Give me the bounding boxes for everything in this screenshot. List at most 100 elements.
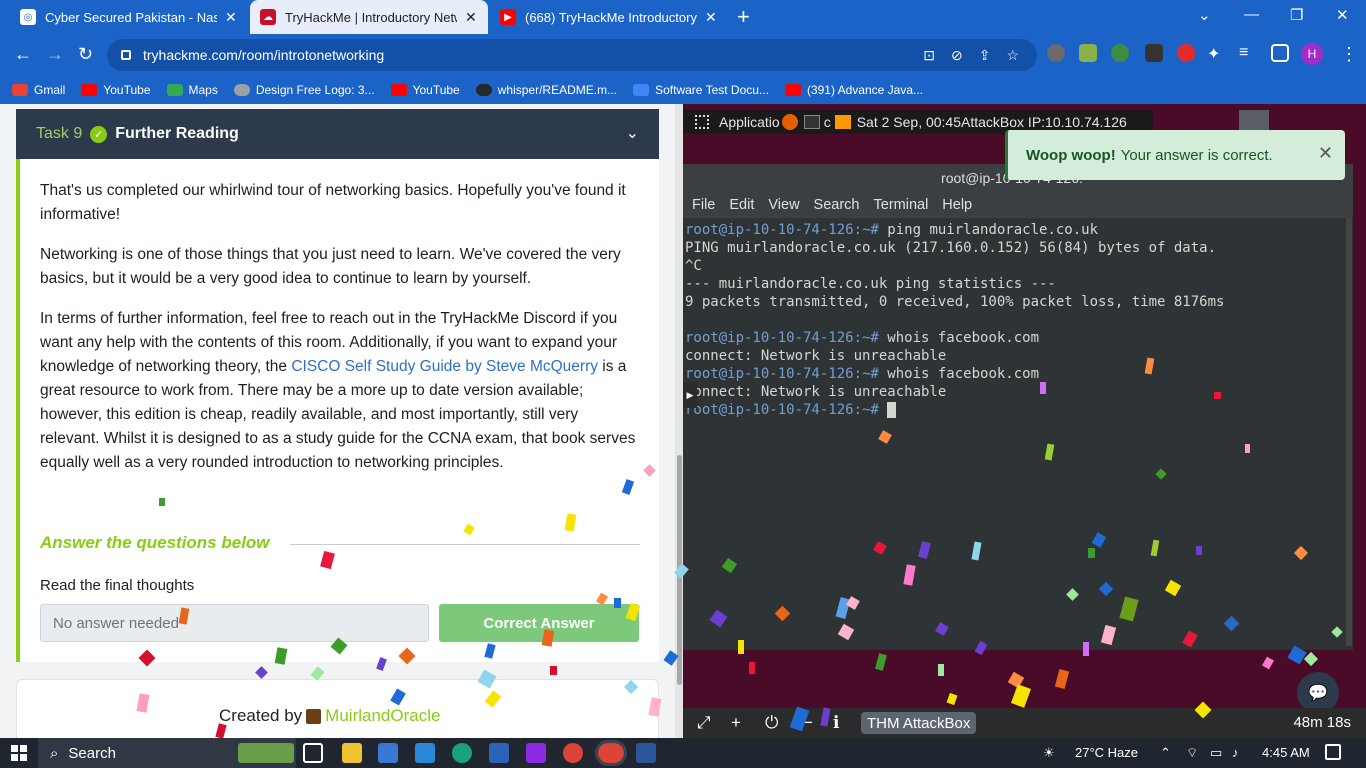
address-bar[interactable]: tryhackme.com/room/introtonetworking ⊡ ⊘… (107, 39, 1037, 71)
terminal-line: root@ip-10-10-74-126:~# whois facebook.c… (685, 366, 1040, 382)
tab-title: Cyber Secured Pakistan - Nas.io M (45, 9, 217, 25)
volume-icon[interactable]: ♪ (1232, 745, 1239, 760)
file-explorer-icon[interactable] (342, 743, 362, 763)
share-icon[interactable]: ⇪ (979, 47, 991, 64)
applications-grid-icon[interactable] (695, 115, 709, 129)
tab-search-chevron-icon[interactable]: ⌄ (1198, 6, 1211, 24)
install-app-icon[interactable]: ⊡ (923, 47, 935, 64)
tab-cyber-secured-pakistan[interactable]: ◎ Cyber Secured Pakistan - Nas.io M ✕ (10, 0, 248, 34)
gmail-icon (12, 84, 28, 96)
applications-menu[interactable]: Applicatio (719, 114, 780, 130)
menu-edit[interactable]: Edit (729, 197, 754, 213)
bookmark-youtube-2[interactable]: YouTube (390, 83, 460, 97)
globe-extension-icon[interactable] (1111, 44, 1129, 62)
side-panel-icon[interactable] (1271, 44, 1289, 62)
vscode-icon[interactable] (489, 743, 509, 763)
firefox-icon[interactable] (781, 114, 798, 130)
settings-extension-icon[interactable] (1047, 44, 1065, 62)
menu-file[interactable]: File (692, 197, 715, 213)
answer-input[interactable]: No answer needed (40, 604, 429, 642)
task-header[interactable]: Task 9 ✓ Further Reading ⌄ (16, 109, 659, 159)
eye-off-icon[interactable]: ⊘ (951, 47, 963, 64)
bookmark-maps[interactable]: Maps (166, 83, 218, 97)
close-tab-icon[interactable]: ✕ (705, 9, 717, 26)
chrome-icon[interactable] (563, 743, 583, 763)
weather-text[interactable]: 27°C Haze (1075, 745, 1138, 760)
wifi-icon[interactable]: ⌔ (1186, 745, 1198, 761)
notification-center-icon[interactable] (1325, 744, 1341, 760)
terminal-launcher-label: c (823, 114, 831, 130)
terminal-scrollbar[interactable] (1346, 218, 1352, 646)
attackbox-panel: Applicatio c Sat 2 Sep, 00:45 AttackBox … (683, 104, 1366, 738)
bookmark-gmail[interactable]: Gmail (12, 83, 65, 97)
terminal-output[interactable]: root@ip-10-10-74-126:~# ping muirlandora… (685, 218, 1345, 648)
close-window-icon[interactable]: ✕ (1336, 6, 1349, 24)
sublime-icon[interactable] (834, 115, 851, 129)
battery-icon[interactable]: ▭ (1210, 745, 1222, 761)
maps-icon (166, 84, 183, 96)
confetti-piece (1083, 642, 1089, 656)
windows-start-icon[interactable] (11, 745, 27, 761)
paragraph-networking: Networking is one of those things that y… (40, 246, 621, 287)
correct-answer-button[interactable]: Correct Answer (439, 604, 639, 642)
bookmark-whisper-readme[interactable]: whisper/README.m... (475, 83, 617, 97)
terminal-cursor (887, 402, 897, 418)
reload-icon[interactable]: ↻ (78, 44, 93, 65)
bookmark-advance-java[interactable]: (391) Advance Java... (784, 83, 923, 97)
tray-chevron-icon[interactable]: ⌃ (1160, 745, 1171, 761)
new-tab-icon[interactable]: + (737, 4, 750, 30)
bookmark-design-free-logo[interactable]: Design Free Logo: 3... (233, 83, 375, 97)
edge-icon[interactable] (452, 743, 472, 763)
menu-terminal[interactable]: Terminal (874, 197, 929, 213)
info-icon[interactable]: ℹ (833, 713, 839, 733)
toast-strong: Woop woop! (1026, 146, 1116, 164)
menu-help[interactable]: Help (942, 197, 972, 213)
adblock-extension-icon[interactable] (1177, 44, 1195, 62)
chevron-down-icon[interactable]: ⌄ (626, 123, 639, 143)
terminal-line: ^C (685, 258, 702, 274)
bookmark-youtube[interactable]: YouTube (81, 83, 151, 97)
back-arrow-icon[interactable]: ← (14, 44, 32, 65)
bookmark-star-icon[interactable]: ☆ (1006, 47, 1019, 64)
tab-tryhackme-introductory-networking[interactable]: ☁ TryHackMe | Introductory Networ ✕ (250, 0, 488, 34)
microsoft-store-icon[interactable] (378, 743, 398, 763)
restore-icon[interactable]: ❐ (1290, 6, 1303, 24)
word-icon[interactable] (636, 743, 656, 763)
design-logo-icon (233, 84, 250, 96)
fullscreen-icon[interactable]: ⤢ (697, 713, 711, 733)
answer-questions-heading: Answer the questions below (40, 533, 270, 552)
hex-editor-icon[interactable] (526, 743, 546, 763)
cisco-guide-link[interactable]: CISCO Self Study Guide by Steve McQuerry (291, 358, 598, 375)
profile-avatar[interactable]: H (1301, 43, 1323, 65)
chrome-active-icon[interactable] (595, 740, 627, 766)
close-tab-icon[interactable]: ✕ (465, 9, 477, 26)
menu-kebab-icon[interactable]: ⋮ (1340, 44, 1358, 65)
divider (290, 544, 640, 545)
puzzle-extensions-icon[interactable]: ✦ (1207, 44, 1225, 63)
windows-taskbar: ⌕ Search ☀ 27°C Haze ⌃ ⌔ ▭ ♪ 4:45 AM (0, 738, 1366, 768)
menu-view[interactable]: View (768, 197, 799, 213)
tab-title: (668) TryHackMe Introductory Ne (525, 9, 697, 25)
close-tab-icon[interactable]: ✕ (225, 9, 237, 26)
clock-time[interactable]: 4:45 AM (1262, 745, 1310, 760)
picker-extension-icon[interactable] (1145, 44, 1163, 62)
author-link[interactable]: MuirlandOracle (325, 706, 440, 726)
mail-icon[interactable] (415, 743, 435, 763)
power-icon[interactable]: ⏻ (765, 713, 778, 733)
close-toast-icon[interactable]: ✕ (1318, 143, 1333, 164)
bookmark-software-test-docu[interactable]: Software Test Docu... (633, 83, 769, 97)
forward-arrow-icon[interactable]: → (46, 44, 64, 65)
task-body: That's us completed our whirlwind tour o… (16, 159, 659, 662)
minimize-icon[interactable]: — (1244, 6, 1259, 23)
tab-youtube-introductory[interactable]: ▶ (668) TryHackMe Introductory Ne ✕ (490, 0, 728, 34)
extension-icon[interactable] (1079, 44, 1097, 62)
menu-search[interactable]: Search (814, 197, 860, 213)
thm-attackbox-button[interactable]: THM AttackBox (861, 712, 977, 734)
media-queue-icon[interactable]: ≡ (1239, 44, 1257, 62)
add-icon[interactable]: + (731, 713, 741, 733)
terminal-launcher-icon[interactable] (803, 115, 820, 129)
author-avatar-icon (306, 708, 322, 724)
expand-panel-handle[interactable]: ▶ (683, 382, 697, 408)
github-icon (475, 84, 492, 96)
task-view-icon[interactable] (303, 743, 323, 763)
